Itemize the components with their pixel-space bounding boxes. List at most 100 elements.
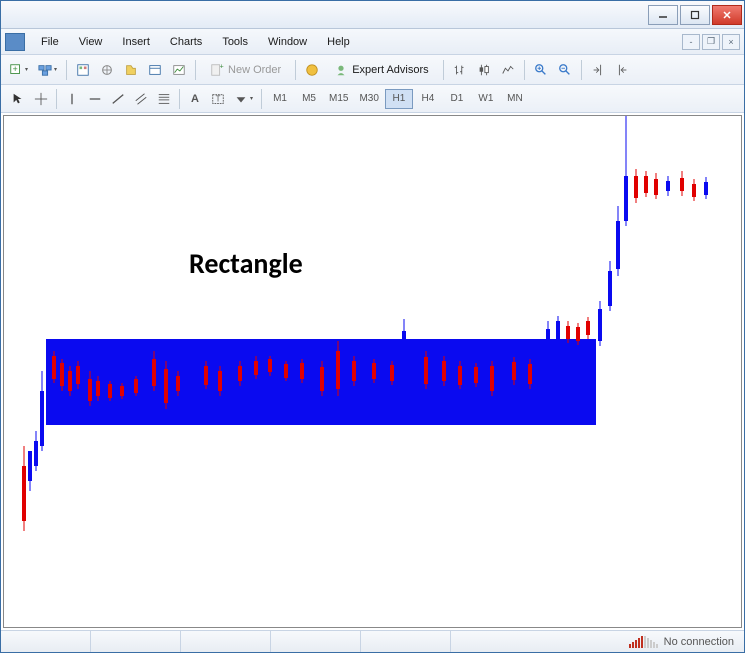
data-window-button[interactable] [120, 59, 142, 81]
menu-tools[interactable]: Tools [212, 32, 258, 52]
menubar: File View Insert Charts Tools Window Hel… [1, 29, 744, 55]
tf-m5-button[interactable]: M5 [295, 89, 323, 109]
candle [284, 361, 288, 381]
text-label-button[interactable]: T [207, 88, 229, 110]
zoom-out-button[interactable] [554, 59, 576, 81]
candle [320, 361, 324, 396]
arrows-button[interactable] [230, 88, 257, 110]
candle [108, 381, 112, 401]
terminal-button[interactable] [144, 59, 166, 81]
candle [68, 366, 72, 396]
chart-shift-button[interactable] [611, 59, 633, 81]
candle [586, 317, 590, 339]
candle [254, 356, 258, 379]
metaquotes-button[interactable] [301, 59, 323, 81]
candle [372, 359, 376, 383]
candle [644, 171, 648, 197]
close-button[interactable] [712, 5, 742, 25]
candle [576, 323, 580, 345]
menu-window[interactable]: Window [258, 32, 317, 52]
candle [474, 363, 478, 387]
candle [22, 446, 26, 531]
fibonacci-button[interactable] [153, 88, 175, 110]
candle [336, 341, 340, 396]
candle [566, 321, 570, 343]
menu-help[interactable]: Help [317, 32, 360, 52]
menu-charts[interactable]: Charts [160, 32, 212, 52]
candle [34, 431, 38, 471]
expert-advisors-label: Expert Advisors [352, 64, 428, 76]
new-order-label: New Order [228, 64, 281, 76]
menu-view[interactable]: View [69, 32, 113, 52]
candle [192, 356, 196, 386]
mdi-controls: - ❐ × [682, 34, 740, 50]
svg-text:+: + [220, 63, 224, 70]
connection-bars-icon [629, 636, 658, 648]
horizontal-line-button[interactable] [84, 88, 106, 110]
candle [300, 359, 304, 383]
new-order-button[interactable]: + New Order [201, 59, 290, 81]
menu-insert[interactable]: Insert [112, 32, 160, 52]
mdi-minimize-button[interactable]: - [682, 34, 700, 50]
tf-m1-button[interactable]: M1 [266, 89, 294, 109]
tf-h4-button[interactable]: H4 [414, 89, 442, 109]
text-button[interactable]: A [184, 88, 206, 110]
trendline-button[interactable] [107, 88, 129, 110]
line-chart-button[interactable] [497, 59, 519, 81]
connection-label: No connection [664, 636, 734, 648]
mdi-close-button[interactable]: × [722, 34, 740, 50]
statusbar: No connection [1, 630, 744, 652]
candle [238, 361, 242, 386]
status-cell-3 [181, 631, 271, 652]
candle [46, 341, 50, 396]
status-cell-1 [1, 631, 91, 652]
candle [134, 376, 138, 396]
menu-file[interactable]: File [31, 32, 69, 52]
candle [490, 361, 494, 396]
candle [512, 357, 516, 385]
candle [40, 371, 44, 451]
bar-chart-button[interactable] [449, 59, 471, 81]
candle [654, 173, 658, 199]
equidistant-channel-button[interactable] [130, 88, 152, 110]
strategy-tester-button[interactable] [168, 59, 190, 81]
candle [624, 116, 628, 226]
minimize-button[interactable] [648, 5, 678, 25]
candle [218, 366, 222, 396]
market-watch-button[interactable] [72, 59, 94, 81]
candle [88, 371, 92, 406]
auto-scroll-button[interactable] [587, 59, 609, 81]
candle [680, 171, 684, 196]
titlebar [1, 1, 744, 29]
candle [390, 361, 394, 385]
tf-h1-button[interactable]: H1 [385, 89, 413, 109]
candlestick-button[interactable] [473, 59, 495, 81]
tf-m30-button[interactable]: M30 [354, 89, 383, 109]
svg-text:+: + [13, 63, 18, 73]
tf-mn-button[interactable]: MN [501, 89, 529, 109]
candle [692, 179, 696, 201]
status-cell-5 [361, 631, 451, 652]
candle [528, 359, 532, 389]
zoom-in-button[interactable] [530, 59, 552, 81]
candle [120, 383, 124, 399]
tf-w1-button[interactable]: W1 [472, 89, 500, 109]
vertical-line-button[interactable] [61, 88, 83, 110]
chart-area[interactable]: Rectangle [3, 115, 742, 628]
cursor-button[interactable] [7, 88, 29, 110]
profiles-button[interactable] [34, 59, 61, 81]
navigator-button[interactable] [96, 59, 118, 81]
expert-advisors-button[interactable]: Expert Advisors [325, 59, 437, 81]
status-connection: No connection [619, 636, 744, 648]
status-cell-2 [91, 631, 181, 652]
crosshair-button[interactable] [30, 88, 52, 110]
candle [458, 361, 462, 389]
candle [442, 356, 446, 386]
new-chart-button[interactable]: + [5, 59, 32, 81]
maximize-button[interactable] [680, 5, 710, 25]
candle [52, 351, 56, 383]
tf-d1-button[interactable]: D1 [443, 89, 471, 109]
candle [204, 361, 208, 389]
mdi-restore-button[interactable]: ❐ [702, 34, 720, 50]
tf-m15-button[interactable]: M15 [324, 89, 353, 109]
